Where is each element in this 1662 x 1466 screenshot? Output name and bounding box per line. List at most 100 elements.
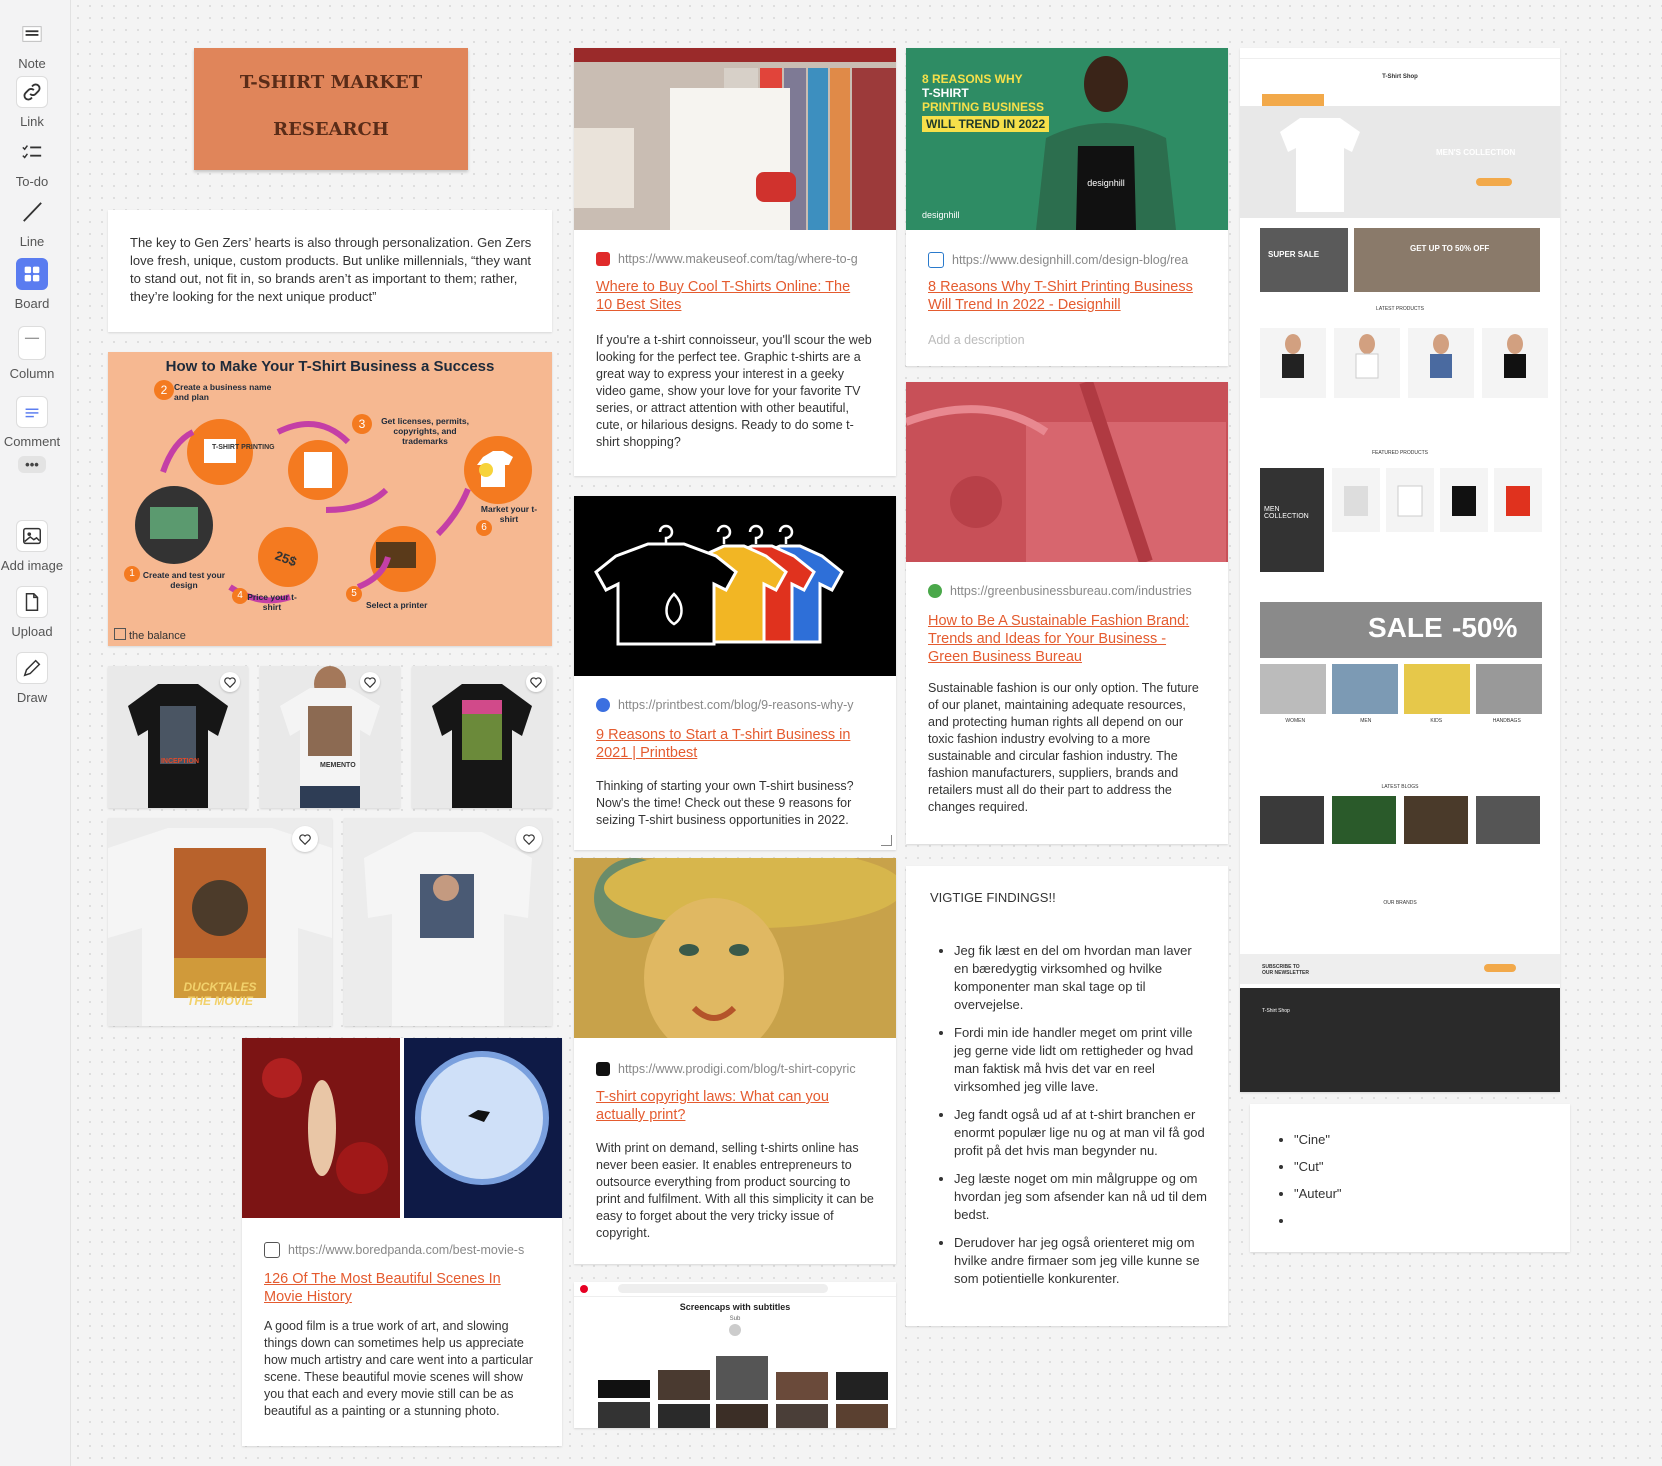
link-url-text: https://printbest.com/blog/9-reasons-why… — [618, 698, 854, 712]
designhill-headline-2: T-SHIRT — [922, 86, 969, 100]
favorite-button[interactable] — [360, 672, 380, 692]
tool-note[interactable]: Note — [0, 18, 64, 71]
step-number: 3 — [352, 414, 372, 434]
tee-image-wolf[interactable] — [344, 818, 552, 1026]
tool-label: Comment — [3, 434, 61, 449]
shop-category-label: HANDBAGS — [1492, 718, 1521, 724]
add-description-placeholder[interactable]: Add a description — [928, 332, 1206, 349]
shop-product-row-1 — [1260, 328, 1548, 398]
tee-image-ducktales[interactable]: DUCKTALES THE MOVIE — [108, 818, 332, 1026]
link-card-printbest[interactable]: https://printbest.com/blog/9-reasons-why… — [574, 496, 896, 850]
shop-category-label: KIDS — [1430, 718, 1443, 724]
printbest-tshirts-image — [574, 496, 896, 676]
step-label: Create a business name and plan — [174, 382, 272, 402]
link-card-makeuseof[interactable]: https://www.makeuseof.com/tag/where-to-g… — [574, 48, 896, 476]
title-card[interactable]: T-SHIRT MARKET RESEARCH — [194, 48, 468, 170]
shop-category-label: MEN — [1360, 718, 1372, 724]
tool-add-image[interactable]: Add image — [0, 520, 64, 573]
link-description: A good film is a true work of art, and s… — [264, 1319, 533, 1418]
tool-upload[interactable]: Upload — [0, 586, 64, 639]
add-image-icon — [16, 520, 48, 552]
link-url: https://www.designhill.com/design-blog/r… — [928, 252, 1198, 268]
favorite-button[interactable] — [292, 826, 318, 852]
step-number: 5 — [346, 586, 362, 602]
favorite-button[interactable] — [220, 672, 240, 692]
tshirt-shop-screenshot-image[interactable]: T-Shirt Shop MEN'S COLLECTION SUPER SALE… — [1240, 48, 1560, 1092]
heart-icon — [224, 677, 236, 689]
shop-blogs-heading: LATEST BLOGS — [1381, 784, 1419, 790]
words-item: "Auteur" — [1294, 1180, 1342, 1207]
link-card-boredpanda[interactable]: https://www.boredpanda.com/best-movie-s … — [242, 1038, 562, 1446]
resize-handle[interactable] — [881, 835, 892, 846]
tool-draw[interactable]: Draw — [0, 652, 64, 705]
step-number: 1 — [124, 566, 140, 582]
link-card-greenbusiness[interactable]: https://greenbusinessbureau.com/industri… — [906, 382, 1228, 844]
van-gogh-image — [574, 858, 896, 1038]
shop-topbar — [1240, 48, 1560, 59]
words-note[interactable]: "Cine" "Cut" "Auteur" — [1250, 1104, 1570, 1252]
tee-image-memento[interactable]: MEMENTO — [260, 666, 400, 808]
printbest-favicon — [596, 698, 610, 712]
link-title[interactable]: How to Be A Sustainable Fashion Brand: T… — [928, 612, 1202, 666]
shop-newsletter: SUBSCRIBE TO OUR NEWSLETTER — [1240, 954, 1560, 984]
link-title[interactable]: 126 Of The Most Beautiful Scenes In Movi… — [264, 1270, 536, 1306]
tool-label: Line — [19, 234, 45, 249]
words-item: "Cine" — [1294, 1126, 1342, 1153]
pinterest-board-title: Screencaps with subtitles — [679, 1302, 791, 1312]
link-title[interactable]: T-shirt copyright laws: What can you act… — [596, 1088, 870, 1124]
shop-product-row-2 — [1332, 468, 1542, 532]
pinterest-search-bar — [618, 1284, 828, 1293]
quote-note[interactable]: The key to Gen Zers’ hearts is also thro… — [108, 210, 552, 332]
boredpanda-favicon — [264, 1242, 280, 1258]
tee-image-inception[interactable]: INCEPTION — [108, 666, 248, 808]
link-url: https://www.prodigi.com/blog/t-shirt-cop… — [596, 1062, 866, 1076]
link-title[interactable]: Where to Buy Cool T-Shirts Online: The 1… — [596, 278, 870, 314]
shop-men-collection: MEN COLLECTION — [1260, 468, 1324, 572]
shop-footer: T-Shirt Shop — [1240, 988, 1560, 1092]
link-description: With print on demand, selling t-shirts o… — [596, 1141, 874, 1240]
column-icon — [18, 326, 46, 360]
more-icon: ••• — [18, 456, 46, 473]
favorite-button[interactable] — [516, 826, 542, 852]
step-label: Create and test your design — [142, 570, 226, 590]
tool-comment[interactable]: Comment — [0, 396, 64, 449]
tool-column[interactable]: Column — [0, 326, 64, 381]
link-url-text: https://www.makeuseof.com/tag/where-to-g — [618, 252, 858, 266]
tool-link[interactable]: Link — [0, 76, 64, 129]
words-item[interactable] — [1294, 1207, 1342, 1234]
tool-line[interactable]: Line — [0, 196, 64, 249]
shop-latest-heading: LATEST PRODUCTS — [1376, 306, 1424, 312]
designhill-headline-3: PRINTING BUSINESS — [922, 100, 1045, 114]
link-card-designhill[interactable]: 8 REASONS WHY T-SHIRT PRINTING BUSINESS … — [906, 48, 1228, 366]
pinterest-grid — [598, 1324, 888, 1428]
link-description: If you're a t-shirt connoisseur, you'll … — [596, 333, 872, 449]
link-card-prodigi[interactable]: https://www.prodigi.com/blog/t-shirt-cop… — [574, 858, 896, 1264]
balance-logo: the balance — [114, 628, 186, 642]
designhill-favicon — [928, 252, 944, 268]
balance-logo-text: the balance — [129, 630, 186, 642]
step-label: Get licenses, permits, copyrights, and t… — [381, 416, 469, 446]
link-title[interactable]: 8 Reasons Why T-Shirt Printing Business … — [928, 278, 1202, 314]
designhill-shirt-text: designhill — [1087, 178, 1125, 188]
findings-item: Fordi min ide handler meget om print vil… — [954, 1024, 1208, 1096]
link-icon — [16, 76, 48, 108]
findings-note[interactable]: VIGTIGE FINDINGS!! Jeg fik læst en del o… — [906, 866, 1228, 1326]
infographic-image[interactable]: How to Make Your T-Shirt Business a Succ… — [108, 352, 552, 646]
tool-todo[interactable]: To-do — [0, 136, 64, 189]
tool-board[interactable]: Board — [0, 258, 64, 311]
designhill-corner-logo: designhill — [922, 210, 960, 220]
shop-hero-text: MEN'S COLLECTION — [1436, 148, 1516, 157]
more-tools-button[interactable]: ••• — [0, 456, 64, 473]
pinterest-screenshot-image[interactable]: Screencaps with subtitles Sub — [574, 1282, 896, 1428]
favorite-button[interactable] — [526, 672, 546, 692]
link-url: https://printbest.com/blog/9-reasons-why… — [596, 698, 866, 712]
title-line-2: RESEARCH — [273, 119, 389, 140]
shop-promo-1-text: SUPER SALE — [1268, 250, 1320, 259]
greenbusiness-favicon — [928, 584, 942, 598]
designhill-headline-4: WILL TREND IN 2022 — [922, 116, 1050, 132]
tool-label: Add image — [0, 558, 64, 573]
link-title[interactable]: 9 Reasons to Start a T-shirt Business in… — [596, 726, 870, 762]
shop-logo: T-Shirt Shop — [1382, 74, 1418, 80]
tee-image-fightclub[interactable] — [412, 666, 552, 808]
step-number: 6 — [476, 520, 492, 536]
